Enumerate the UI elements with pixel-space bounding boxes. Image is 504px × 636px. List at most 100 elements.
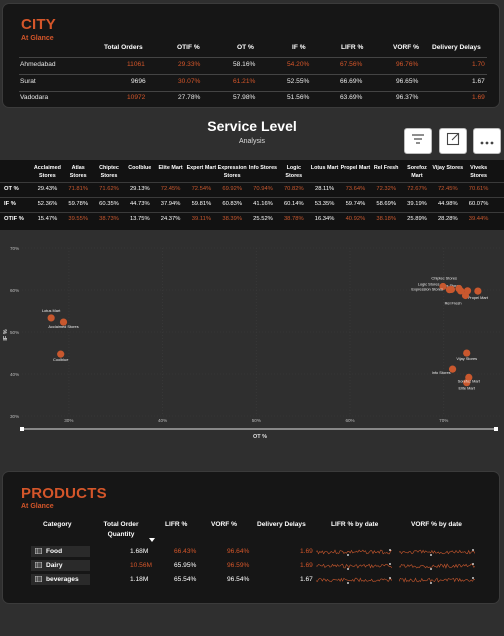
row-label: IF % xyxy=(4,201,16,207)
point-label: Elite Mart xyxy=(459,386,476,391)
sort-desc-icon[interactable] xyxy=(149,536,155,546)
col-vorf[interactable]: VORF % xyxy=(393,44,419,51)
data-point[interactable] xyxy=(455,284,463,293)
table-cell: 28.28% xyxy=(437,216,458,222)
x-tick-label: 50% xyxy=(252,418,261,423)
filter-icon xyxy=(411,132,425,150)
category-cell: beverages xyxy=(35,576,79,583)
table-row[interactable]: Food 1.68M 66.43% 96.64% 1.69 xyxy=(3,546,501,558)
x-tick-label: 70% xyxy=(439,418,448,423)
x-tick-label: 30% xyxy=(64,418,73,423)
table-icon xyxy=(35,576,43,583)
table-cell: 44.98% xyxy=(437,201,458,207)
point-label: Expression Stores xyxy=(411,287,443,292)
table-cell: 39.19% xyxy=(407,201,427,207)
col-lifr[interactable]: LIFR % xyxy=(341,44,363,51)
table-cell: 16.34% xyxy=(314,216,335,222)
table-cell: 53.35% xyxy=(314,201,335,207)
city-name: Vadodara xyxy=(20,94,49,101)
if-value: 51.56% xyxy=(287,94,310,101)
column-header[interactable]: Acclaimed Stores xyxy=(32,164,63,180)
col-category[interactable]: Category xyxy=(43,520,72,530)
lifr-sparkline xyxy=(316,577,392,584)
delays-value: 1.67 xyxy=(472,78,485,85)
col-vorf-by-date[interactable]: VORF % by date xyxy=(411,520,462,530)
more-options-icon xyxy=(480,132,494,150)
ot-value: 61.21% xyxy=(233,78,256,85)
column-header[interactable]: Propel Mart xyxy=(340,164,371,172)
col-ot[interactable]: OT % xyxy=(237,44,254,51)
table-cell: 72.32% xyxy=(376,186,397,192)
col-lifr[interactable]: LIFR % xyxy=(165,520,187,530)
column-header[interactable]: Info Stores xyxy=(248,164,279,172)
table-cell: 39.11% xyxy=(191,216,212,222)
vorf-sparkline xyxy=(399,563,475,570)
total-orders-value: 9696 xyxy=(131,78,146,85)
vorf-value: 96.59% xyxy=(227,562,250,569)
column-header[interactable]: Expression Stores xyxy=(217,164,248,180)
table-row[interactable]: Vadodara 10972 27.78% 57.98% 51.56% 63.6… xyxy=(3,94,504,104)
table-cell: 73.64% xyxy=(345,186,366,192)
table-cell: 13.75% xyxy=(129,216,150,222)
delays-value: 1.69 xyxy=(472,94,485,101)
column-header[interactable]: Lotus Mart xyxy=(309,164,340,172)
column-header[interactable]: Logic Stores xyxy=(278,164,309,180)
lifr-value: 67.56% xyxy=(340,61,363,68)
column-header[interactable]: Coolblue xyxy=(124,164,155,172)
column-header[interactable]: Expert Mart xyxy=(186,164,217,172)
lifr-sparkline xyxy=(316,563,392,570)
point-label: Acclaimed Stores xyxy=(48,324,78,329)
city-subtitle: At Glance xyxy=(21,35,54,42)
y-tick-label: 40% xyxy=(10,372,19,377)
data-point[interactable] xyxy=(461,291,470,300)
table-cell: 41.16% xyxy=(253,201,273,207)
table-cell: 60.83% xyxy=(222,201,243,207)
col-otif[interactable]: OTIF % xyxy=(177,44,200,51)
y-tick-label: 30% xyxy=(10,414,19,419)
table-cell: 29.13% xyxy=(129,186,150,192)
column-header[interactable]: Sorefoz Mart xyxy=(402,164,433,180)
x-tick-label: 60% xyxy=(345,418,354,423)
city-card: CITY At Glance Total Orders OTIF % OT % … xyxy=(2,3,500,108)
table-cell: 28.11% xyxy=(314,186,335,192)
focus-mode-button[interactable] xyxy=(439,128,467,154)
table-cell: 38.78% xyxy=(283,216,304,222)
filter-button[interactable] xyxy=(404,128,432,154)
column-header[interactable]: Viveks Stores xyxy=(463,164,494,180)
table-cell: 69.92% xyxy=(222,186,243,192)
table-row[interactable]: Ahmedabad 11061 29.33% 58.16% 54.20% 67.… xyxy=(3,61,504,71)
city-name: Surat xyxy=(20,78,36,85)
point-label: Vijay Stores xyxy=(456,356,477,361)
table-row[interactable]: Surat 9696 30.07% 61.21% 52.55% 66.69% 9… xyxy=(3,78,504,88)
if-value: 54.20% xyxy=(287,61,310,68)
vorf-sparkline xyxy=(399,577,475,584)
col-lifr-by-date[interactable]: LIFR % by date xyxy=(331,520,378,530)
column-header[interactable]: Atlas Stores xyxy=(63,164,94,180)
col-total-orders[interactable]: Total Orders xyxy=(104,44,143,51)
table-cell: 38.39% xyxy=(222,216,243,222)
table-row[interactable]: beverages 1.18M 65.54% 96.54% 1.67 xyxy=(3,574,501,586)
col-vorf[interactable]: VORF % xyxy=(211,520,237,530)
category-cell: Dairy xyxy=(35,562,63,569)
x-zoom-handle-left[interactable] xyxy=(20,427,24,431)
city-table-header: Total Orders OTIF % OT % IF % LIFR % VOR… xyxy=(3,44,504,54)
column-header[interactable]: Vijay Stores xyxy=(432,164,463,172)
col-delivery-delays[interactable]: Delivery Delays xyxy=(432,44,481,51)
x-zoom-handle-right[interactable] xyxy=(494,427,498,431)
table-row[interactable]: Dairy 10.56M 65.95% 96.59% 1.69 xyxy=(3,560,501,572)
table-cell: 72.45% xyxy=(437,186,458,192)
table-icon xyxy=(35,548,43,555)
data-point[interactable] xyxy=(445,286,454,294)
vorf-value: 96.76% xyxy=(396,61,419,68)
data-point[interactable] xyxy=(474,287,482,295)
column-header[interactable]: Rel Fresh xyxy=(371,164,402,172)
data-point[interactable] xyxy=(47,314,55,322)
col-if[interactable]: IF % xyxy=(292,44,306,51)
more-options-button[interactable] xyxy=(473,128,501,154)
column-header[interactable]: Chiptec Stores xyxy=(94,164,125,180)
y-tick-label: 60% xyxy=(10,288,19,293)
table-cell: 59.81% xyxy=(191,201,212,207)
col-delivery-delays[interactable]: Delivery Delays xyxy=(257,520,306,530)
column-header[interactable]: Elite Mart xyxy=(155,164,186,172)
col-total-order-quantity[interactable]: Total Order Quantity xyxy=(99,520,143,540)
